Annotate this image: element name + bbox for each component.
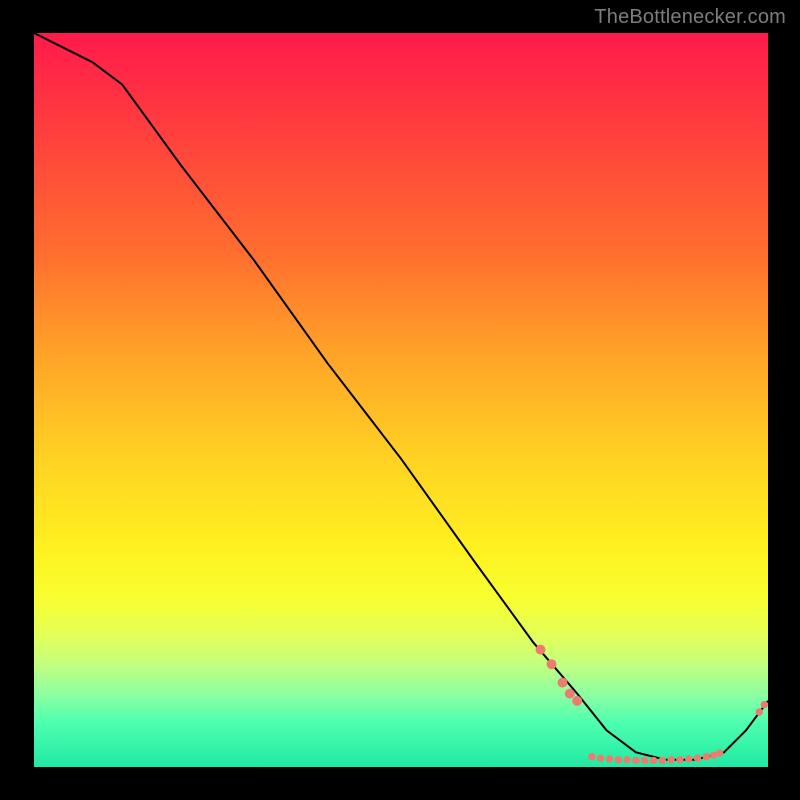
marker-cluster-down-4 <box>565 689 574 698</box>
marker-flat-05 <box>624 757 630 763</box>
marker-flat-02 <box>597 755 603 761</box>
marker-up-1 <box>756 709 762 715</box>
marker-flat-01 <box>589 754 595 760</box>
marker-flat-04 <box>615 757 621 763</box>
marker-flat-09 <box>659 757 665 763</box>
marker-flat-14 <box>703 754 709 760</box>
marker-cluster-down-3 <box>558 678 567 687</box>
chart-markers <box>536 645 768 764</box>
marker-flat-16 <box>716 750 722 756</box>
marker-cluster-down-2 <box>547 660 556 669</box>
chart-line <box>34 33 768 760</box>
marker-flat-07 <box>642 757 648 763</box>
marker-cluster-down-1 <box>536 645 545 654</box>
marker-flat-10 <box>668 757 674 763</box>
marker-cluster-down-5 <box>573 696 582 705</box>
source-label: TheBottlenecker.com <box>594 6 786 29</box>
marker-flat-08 <box>650 757 656 763</box>
marker-flat-13 <box>694 755 700 761</box>
marker-flat-12 <box>686 756 692 762</box>
marker-flat-11 <box>677 757 683 763</box>
marker-flat-06 <box>633 757 639 763</box>
marker-flat-03 <box>606 756 612 762</box>
marker-up-2 <box>761 701 767 707</box>
chart-overlay <box>34 33 768 767</box>
chart-frame: TheBottlenecker.com <box>0 0 800 800</box>
